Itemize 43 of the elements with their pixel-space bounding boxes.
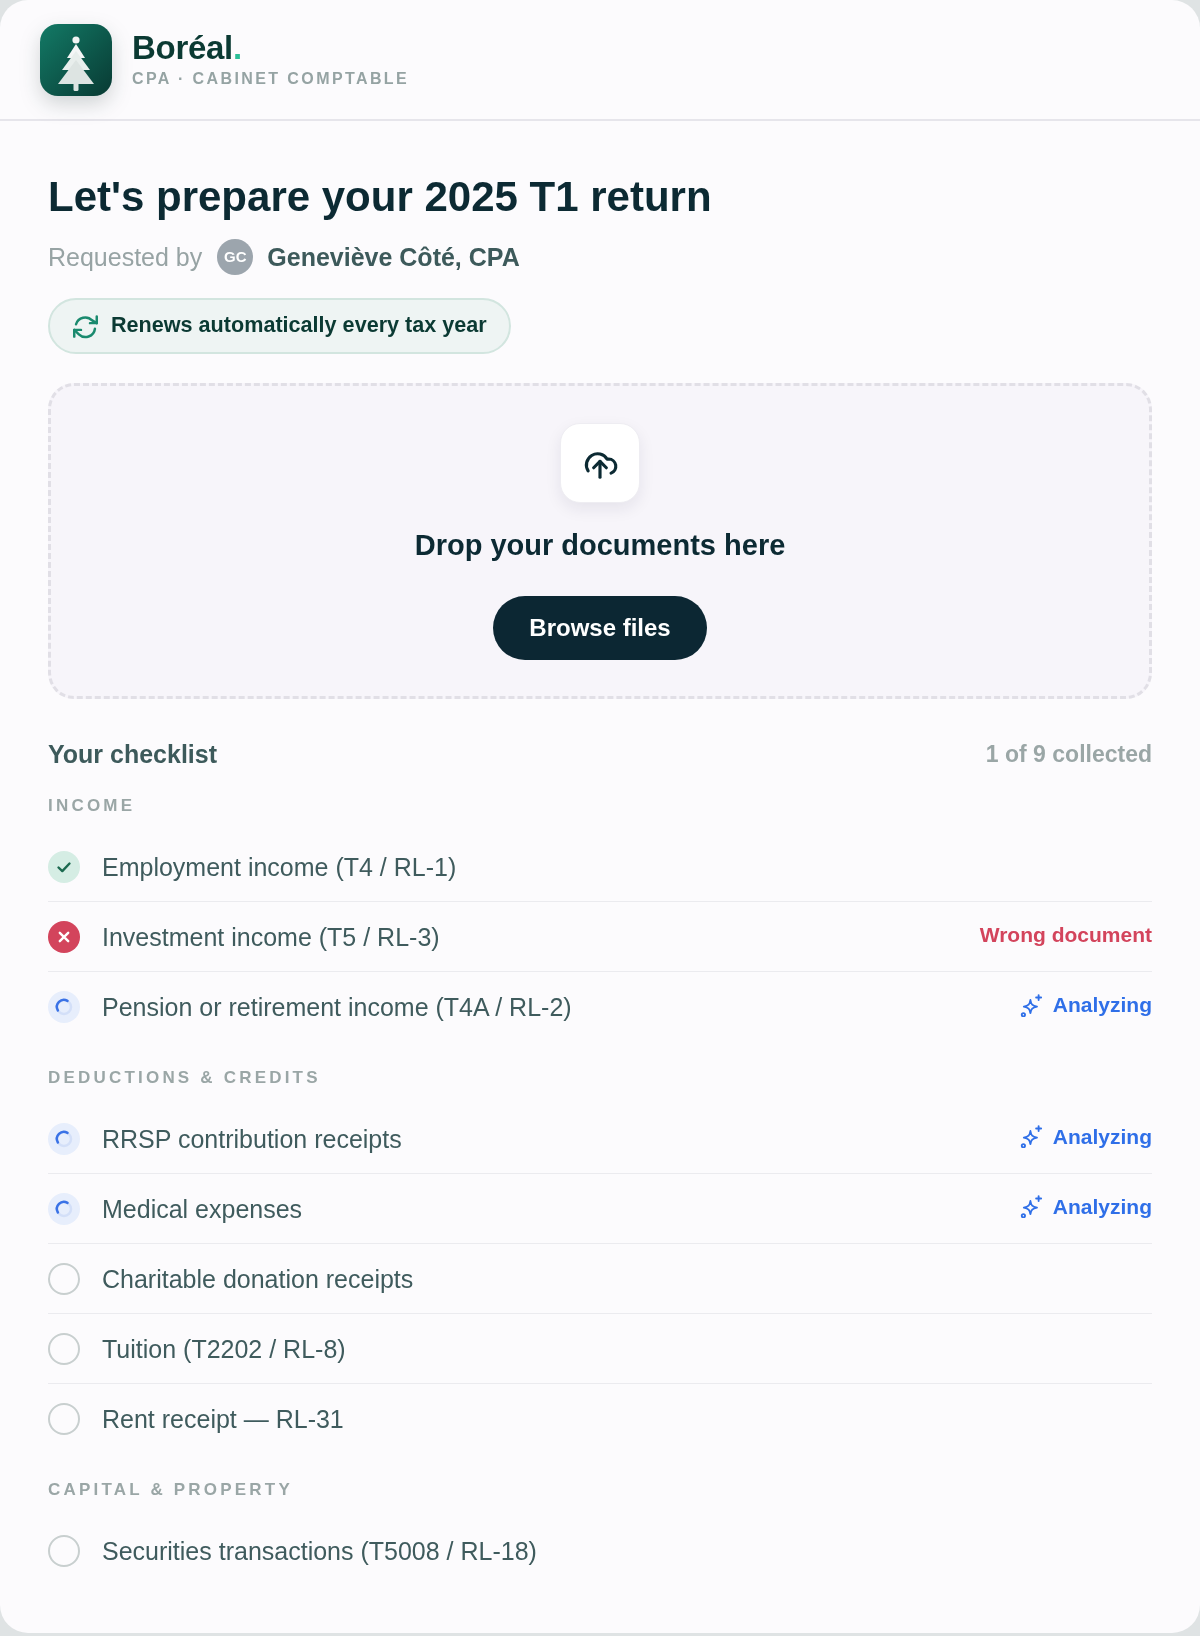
status-label: Analyzing xyxy=(1052,992,1152,1018)
requested-by-label: Requested by xyxy=(48,242,203,273)
section-heading: DEDUCTIONS & CREDITS xyxy=(48,1067,322,1089)
empty-circle-icon xyxy=(48,1403,80,1435)
section-heading: CAPITAL & PROPERTY xyxy=(48,1479,294,1501)
requester-name: Geneviève Côté, CPA xyxy=(267,242,520,273)
refresh-icon xyxy=(72,312,99,340)
checklist-item-label: Investment income (T5 / RL-3) xyxy=(102,921,440,952)
sparkle-icon xyxy=(1019,1125,1043,1148)
tree-logo-icon xyxy=(40,24,112,96)
checklist-item-label: Rent receipt — RL-31 xyxy=(102,1404,344,1434)
error-icon xyxy=(48,920,80,953)
page-title: Let's prepare your 2025 T1 return xyxy=(48,172,713,222)
status-label: Analyzing xyxy=(1052,1123,1152,1150)
spinner-icon xyxy=(48,991,80,1023)
sparkle-icon xyxy=(1019,1195,1043,1218)
checklist-item-label: Employment income (T4 / RL-1) xyxy=(102,851,457,882)
empty-circle-icon xyxy=(48,1262,80,1295)
sparkle-icon xyxy=(1019,993,1043,1017)
browse-files-button[interactable]: Browse files xyxy=(493,596,707,660)
empty-circle-icon xyxy=(48,1332,80,1365)
avatar-initials: GC xyxy=(217,239,254,275)
dropzone-panel[interactable]: Drop your documents here Browse files xyxy=(48,383,1152,699)
checklist-item-label: Charitable donation receipts xyxy=(102,1263,414,1294)
checklist-item-label: RRSP contribution receipts xyxy=(102,1123,402,1154)
checklist-title: Your checklist xyxy=(48,739,218,769)
brand-tagline: CPA · CABINET COMPTABLE xyxy=(132,69,410,89)
empty-circle-icon xyxy=(48,1535,80,1567)
section-heading: INCOME xyxy=(48,795,137,817)
checklist-item-label: Medical expenses xyxy=(102,1193,303,1224)
spinner-icon xyxy=(48,1192,80,1225)
dropzone-heading: Drop your documents here xyxy=(414,528,786,562)
progress-count: 1 of 9 collected xyxy=(985,740,1152,769)
status-label: Wrong document xyxy=(979,921,1152,948)
check-icon xyxy=(48,850,80,883)
checklist-item-label: Pension or retirement income (T4A / RL-2) xyxy=(102,992,572,1022)
status-label: Analyzing xyxy=(1052,1193,1152,1220)
renewal-badge: Renews automatically every tax year xyxy=(48,298,511,354)
cloud-upload-icon xyxy=(560,423,640,503)
checklist-item-label: Tuition (T2202 / RL-8) xyxy=(102,1333,346,1364)
brand-name: Boréal. xyxy=(132,29,243,67)
spinner-icon xyxy=(48,1122,80,1155)
checklist-item-label: Securities transactions (T5008 / RL-18) xyxy=(102,1536,537,1566)
